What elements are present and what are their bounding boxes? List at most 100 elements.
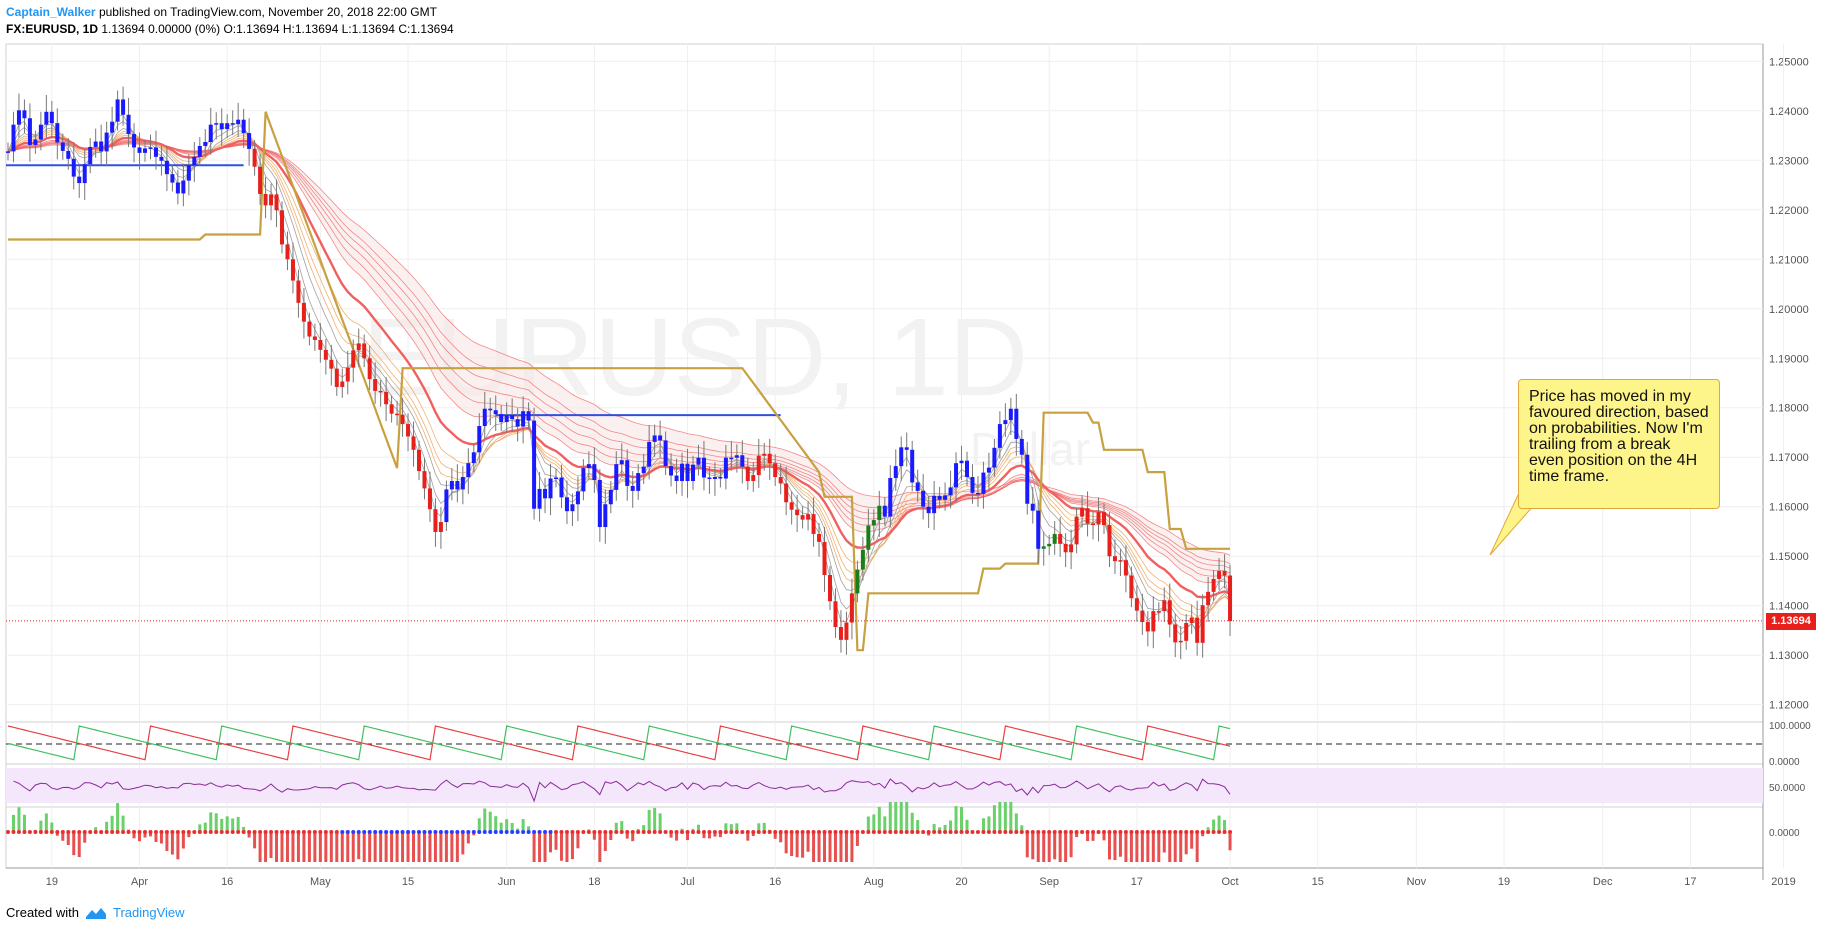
candle-body	[197, 145, 202, 157]
candle-body	[312, 336, 317, 340]
momentum-dot	[537, 830, 542, 834]
price-tick-label: 1.19000	[1769, 353, 1809, 365]
momentum-dot	[400, 830, 405, 834]
momentum-bar	[11, 814, 15, 832]
momentum-dot	[729, 830, 734, 834]
momentum-dot	[460, 830, 465, 834]
candle-body	[373, 379, 378, 391]
candle-body	[915, 482, 920, 491]
candle-body	[175, 182, 180, 194]
momentum-bar	[318, 832, 322, 862]
momentum-bar	[285, 832, 289, 862]
momentum-dot	[296, 830, 301, 834]
momentum-bar	[1168, 832, 1172, 862]
momentum-dot	[696, 830, 701, 834]
candle-body	[828, 575, 832, 602]
candle-body	[186, 165, 191, 181]
momentum-dot	[1211, 830, 1216, 834]
momentum-dot	[444, 830, 449, 834]
momentum-dot	[532, 830, 537, 834]
candle-body	[499, 414, 504, 423]
momentum-bar	[899, 802, 903, 832]
momentum-bar	[264, 832, 268, 862]
momentum-bar	[280, 832, 284, 862]
time-tick-label: 20	[955, 876, 967, 888]
candle-body	[389, 404, 394, 414]
candle-body	[104, 132, 109, 152]
candle-body	[285, 244, 290, 260]
momentum-dot	[943, 830, 948, 834]
momentum-dot	[822, 830, 827, 834]
momentum-bar	[1118, 832, 1122, 857]
momentum-dot	[1156, 830, 1161, 834]
momentum-dot	[701, 830, 706, 834]
candle-body	[685, 463, 690, 481]
time-tick-label: Nov	[1407, 876, 1427, 888]
candle-body	[762, 453, 767, 456]
momentum-bar	[855, 832, 859, 847]
candle-body	[1162, 600, 1167, 612]
candle-body	[866, 525, 871, 550]
candle-body	[1206, 591, 1211, 606]
momentum-bar	[461, 832, 465, 855]
candle-body	[691, 464, 695, 481]
momentum-dot	[340, 830, 345, 834]
momentum-dot	[986, 830, 991, 834]
momentum-dot	[592, 830, 597, 834]
momentum-dot	[301, 830, 306, 834]
momentum-bar	[368, 832, 372, 862]
momentum-dot	[384, 830, 389, 834]
candle-body	[307, 321, 312, 337]
momentum-dot	[680, 830, 685, 834]
candle-body	[159, 156, 164, 161]
time-tick-label: 19	[1498, 876, 1510, 888]
candle-body	[329, 359, 334, 369]
candle-body	[586, 464, 591, 469]
candle-body	[422, 471, 427, 489]
candle-body	[1036, 510, 1041, 549]
momentum-dot	[6, 830, 10, 834]
momentum-dot	[132, 830, 137, 834]
candle-body	[800, 515, 805, 520]
tradingview-brand-link[interactable]: TradingView	[113, 905, 185, 920]
momentum-dot	[247, 830, 252, 834]
candle-body	[630, 485, 635, 491]
momentum-dot	[685, 830, 690, 834]
momentum-dot	[230, 830, 235, 834]
candle-body	[636, 473, 641, 491]
candle-body	[411, 436, 416, 450]
momentum-dot	[1069, 830, 1074, 834]
momentum-dot	[192, 830, 197, 834]
momentum-dot	[197, 830, 202, 834]
momentum-dot	[1096, 830, 1101, 834]
candle-body	[351, 350, 356, 368]
candle-body	[564, 497, 569, 512]
momentum-bar	[1173, 832, 1177, 862]
momentum-dot	[844, 830, 849, 834]
candle-body	[38, 124, 43, 140]
momentum-bar	[395, 832, 399, 862]
candle-body	[773, 463, 778, 478]
candle-body	[362, 343, 367, 359]
momentum-bar	[647, 809, 651, 832]
momentum-dot	[860, 830, 865, 834]
momentum-dot	[55, 830, 60, 834]
momentum-dot	[838, 830, 843, 834]
candle-body	[970, 477, 975, 493]
candle-body	[1069, 544, 1074, 553]
momentum-dot	[882, 830, 887, 834]
candle-body	[247, 133, 252, 149]
candle-body	[652, 435, 657, 442]
price-tick-label: 1.15000	[1769, 551, 1809, 563]
momentum-dot	[784, 830, 789, 834]
candle-body	[93, 141, 98, 147]
momentum-dot	[1189, 830, 1194, 834]
momentum-bar	[833, 832, 837, 862]
candle-body	[932, 495, 937, 514]
momentum-bar	[565, 832, 569, 862]
momentum-bar	[1047, 832, 1051, 862]
momentum-dot	[833, 830, 838, 834]
momentum-bar	[894, 802, 898, 832]
momentum-dot	[1063, 830, 1068, 834]
candle-body	[1112, 556, 1117, 562]
